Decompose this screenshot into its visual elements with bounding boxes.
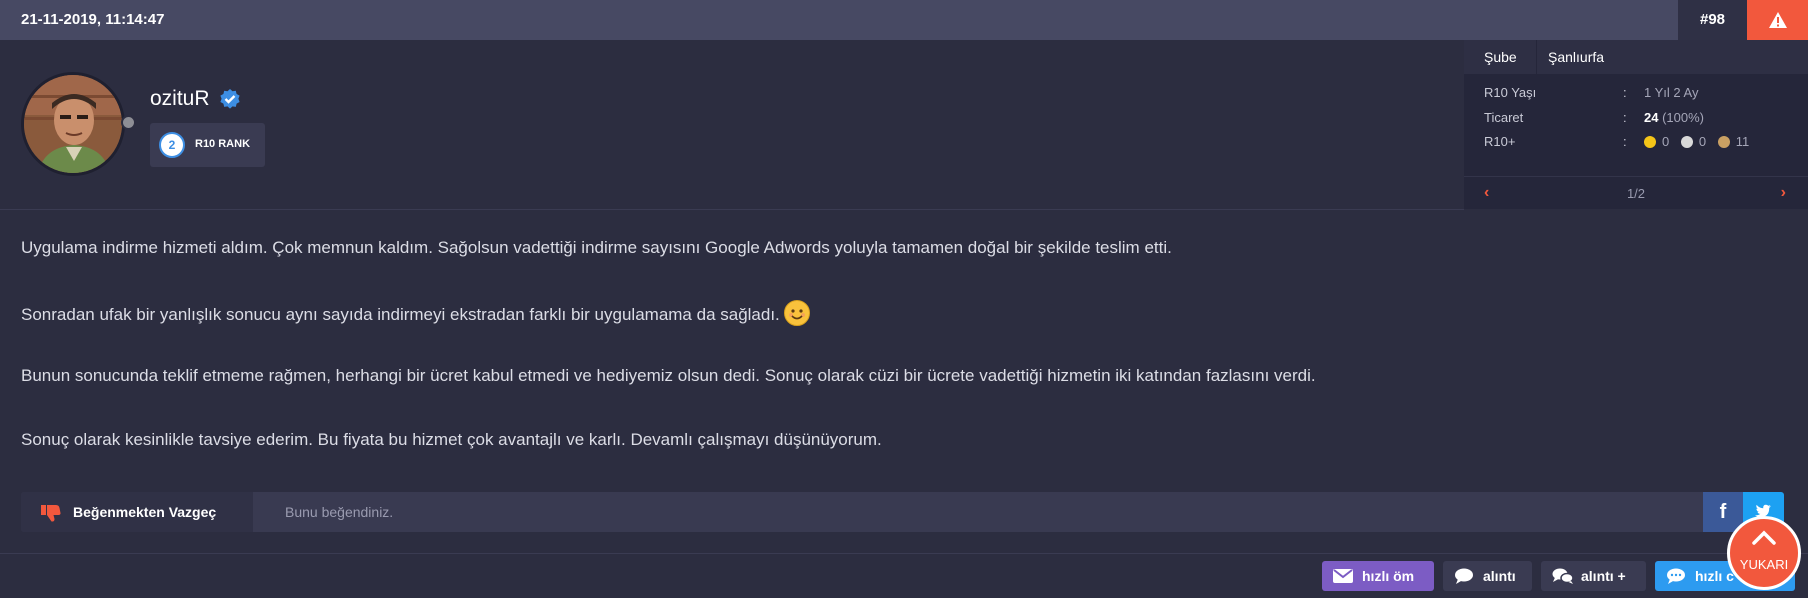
warning-triangle-icon — [1769, 12, 1787, 28]
coin-values: 0 0 11 — [1644, 134, 1757, 149]
report-button[interactable] — [1747, 0, 1808, 40]
branch-row: Şube Şanlıurfa — [1464, 40, 1808, 74]
gold-coin-icon — [1644, 136, 1656, 148]
info-pager: ‹ 1/2 › — [1464, 176, 1808, 209]
chevron-up-icon — [1752, 530, 1776, 545]
avatar-image — [24, 75, 122, 173]
user-block: ozituR 2 R10 RANK — [0, 40, 1464, 209]
trade-percent: (100%) — [1658, 110, 1704, 125]
gold-coin-value: 0 — [1662, 134, 1670, 149]
bronze-coin-icon — [1717, 136, 1730, 148]
envelope-icon — [1333, 569, 1353, 583]
speech-bubble-icon — [1455, 568, 1473, 584]
avatar[interactable] — [21, 72, 125, 176]
post-paragraph: Sonradan ufak bir yanlışlık sonucu aynı … — [21, 300, 810, 326]
multi-quote-button[interactable]: alıntı + — [1541, 561, 1646, 591]
post-number-link[interactable]: #98 — [1678, 0, 1747, 40]
branch-separator — [1536, 40, 1537, 74]
scroll-to-top-label: YUKARI — [1739, 557, 1789, 572]
silver-coin-icon — [1680, 136, 1693, 148]
like-bar: Beğenmekten Vazgeç Bunu beğendiniz. f — [21, 492, 1784, 532]
status-dot — [121, 115, 136, 130]
liked-status-text: Bunu beğendiniz. — [285, 504, 394, 520]
silver-coin-value: 0 — [1698, 134, 1707, 149]
rank-badge[interactable]: 2 R10 RANK — [150, 123, 265, 167]
facebook-icon: f — [1719, 501, 1727, 523]
quick-reply-label: hızlı c — [1695, 568, 1734, 584]
header-divider — [0, 209, 1464, 210]
info-label: R10+ — [1484, 134, 1516, 149]
info-label: R10 Yaşı — [1484, 85, 1537, 100]
quick-message-label: hızlı öm — [1362, 568, 1415, 584]
rank-number: 2 — [159, 132, 185, 158]
rank-label: R10 RANK — [195, 138, 251, 150]
quote-button[interactable]: alıntı — [1443, 561, 1532, 591]
unlike-button[interactable]: Beğenmekten Vazgeç — [21, 492, 253, 532]
branch-label: Şube — [1484, 49, 1517, 65]
info-colon: : — [1623, 134, 1627, 149]
verified-check-icon — [220, 89, 240, 109]
chat-icon — [1667, 568, 1685, 584]
info-value[interactable]: 24 (100%) — [1644, 110, 1704, 125]
trade-count: 24 — [1644, 110, 1659, 125]
multi-quote-label: alıntı + — [1581, 568, 1626, 584]
post-header: 21-11-2019, 11:14:47 #98 — [0, 0, 1808, 40]
post-paragraph: Uygulama indirme hizmeti aldım. Çok memn… — [21, 238, 1172, 257]
info-colon: : — [1623, 110, 1627, 125]
user-info-panel: Şube Şanlıurfa R10 Yaşı : 1 Yıl 2 Ay Tic… — [1464, 40, 1808, 209]
post-paragraph: Sonuç olarak kesinlikle tavsiye ederim. … — [21, 430, 882, 449]
branch-value[interactable]: Şanlıurfa — [1548, 49, 1604, 65]
username-link[interactable]: ozituR — [150, 87, 210, 111]
quote-label: alıntı — [1483, 568, 1516, 584]
post-datetime: 21-11-2019, 11:14:47 — [21, 11, 165, 28]
info-label: Ticaret — [1484, 110, 1524, 125]
unlike-label: Beğenmekten Vazgeç — [73, 504, 217, 520]
info-colon: : — [1623, 85, 1627, 100]
thumbs-down-icon — [41, 505, 61, 522]
post-paragraph: Bunun sonucunda teklif etmeme rağmen, he… — [21, 366, 1316, 385]
quick-message-button[interactable]: hızlı öm — [1322, 561, 1434, 591]
footer-divider — [0, 553, 1808, 554]
pager-indicator: 1/2 — [1626, 186, 1646, 201]
chevron-right-icon[interactable]: › — [1781, 184, 1786, 202]
speech-bubbles-icon — [1552, 568, 1574, 584]
info-value: 1 Yıl 2 Ay — [1644, 85, 1699, 100]
post-paragraph-text: Sonradan ufak bir yanlışlık sonucu aynı … — [21, 305, 780, 324]
scroll-to-top-button[interactable]: YUKARI — [1727, 516, 1801, 590]
bronze-coin-value: 11 — [1735, 134, 1750, 149]
smiling-face-emoji — [783, 300, 810, 326]
